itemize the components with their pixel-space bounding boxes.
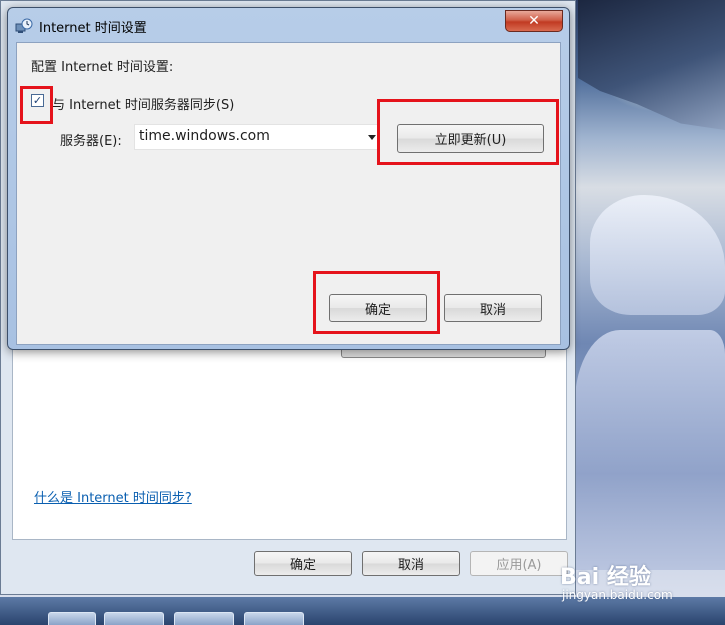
ok-button[interactable]: 确定 [329,294,427,322]
sync-checkbox-label[interactable]: 与 Internet 时间服务器同步(S) [52,94,234,113]
watermark-url: jingyan.baidu.com [562,588,673,602]
taskbar-item[interactable] [244,612,304,625]
watermark-logo: Bai 经验 [560,565,651,590]
cancel-button[interactable]: 取消 [444,294,542,322]
dropdown-arrow-icon[interactable] [368,135,376,140]
taskbar-item[interactable] [174,612,234,625]
parent-ok-button[interactable]: 确定 [254,551,352,576]
close-icon: ✕ [528,13,540,29]
update-now-button[interactable]: 立即更新(U) [397,124,544,153]
title-bar[interactable]: Internet 时间设置 ✕ [8,8,569,42]
server-label: 服务器(E): [60,134,122,149]
baidu-watermark: Bai 经验 jingyan.baidu.com [560,555,720,607]
dialog-title: Internet 时间设置 [39,21,147,36]
settings-heading: 配置 Internet 时间设置: [31,60,174,75]
server-combobox[interactable]: time.windows.com [134,124,380,150]
parent-apply-button[interactable]: 应用(A) [470,551,568,576]
taskbar-ie-icon[interactable] [48,612,96,625]
help-link[interactable]: 什么是 Internet 时间同步? [34,487,192,506]
wallpaper-glacier [575,330,725,570]
checkmark-icon: ✓ [32,94,43,107]
parent-dialog-panel [12,345,567,540]
server-value[interactable]: time.windows.com [139,128,270,144]
parent-cancel-button[interactable]: 取消 [362,551,460,576]
close-button[interactable]: ✕ [505,10,563,32]
taskbar-item[interactable] [104,612,164,625]
sync-checkbox[interactable]: ✓ [31,94,44,107]
clock-network-icon [15,18,33,34]
